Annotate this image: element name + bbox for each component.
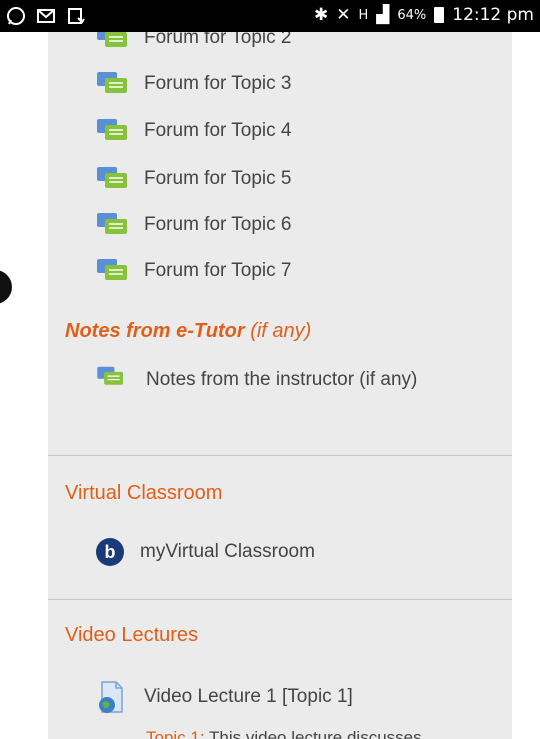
- forum-item[interactable]: Forum for Topic 5: [96, 165, 291, 193]
- download-notification-icon: [68, 8, 85, 24]
- forum-icon: [97, 259, 127, 280]
- notes-section-title: Notes from e-Tutor (if any): [65, 320, 311, 343]
- forum-icon: [97, 72, 127, 93]
- forum-label[interactable]: Forum for Topic 7: [144, 260, 291, 282]
- battery-percent: 64%: [397, 7, 427, 23]
- battery-icon: [434, 7, 445, 23]
- mute-icon: ✕: [336, 5, 351, 25]
- virtual-classroom-label[interactable]: myVirtual Classroom: [140, 541, 315, 563]
- forum-item[interactable]: Forum for Topic 3: [96, 70, 291, 98]
- file-globe-icon: [99, 681, 123, 713]
- divider: [48, 599, 512, 600]
- forum-label[interactable]: Forum for Topic 4: [144, 120, 291, 142]
- forum-label[interactable]: Forum for Topic 6: [144, 214, 291, 236]
- video-lecture-description: Topic 1: This video lecture discusses: [146, 728, 422, 739]
- forum-icon: [97, 119, 127, 140]
- bigbluebutton-icon: b: [96, 538, 124, 566]
- video-lecture-item[interactable]: Video Lecture 1 [Topic 1]: [96, 680, 353, 714]
- status-bar: ✱ ✕ H ▟ 64% 12:12 pm: [0, 0, 540, 32]
- signal-icon: ▟: [376, 5, 390, 25]
- video-lecture-label[interactable]: Video Lecture 1 [Topic 1]: [144, 686, 353, 708]
- virtual-classroom-title: Virtual Classroom: [65, 482, 223, 504]
- divider: [48, 455, 512, 456]
- bluetooth-icon: ✱: [313, 5, 329, 25]
- clock: 12:12 pm: [452, 5, 534, 25]
- network-type: H: [358, 7, 369, 23]
- left-gutter: [0, 0, 48, 739]
- description-rest: This video lecture discusses: [204, 728, 422, 739]
- forum-icon: [97, 366, 123, 385]
- forum-label[interactable]: Forum for Topic 3: [144, 73, 291, 95]
- course-page[interactable]: Forum for Topic 2 Forum for Topic 3 Foru…: [48, 0, 512, 739]
- gmail-icon: [37, 9, 55, 23]
- forum-icon: [97, 213, 127, 234]
- notes-title-light: (if any): [244, 320, 312, 342]
- notes-title-bold: Notes from e-Tutor: [65, 320, 245, 342]
- forum-item[interactable]: Forum for Topic 4: [96, 117, 291, 145]
- virtual-classroom-item[interactable]: b myVirtual Classroom: [96, 538, 315, 566]
- whatsapp-icon: [7, 7, 25, 25]
- notes-instructor-item[interactable]: Notes from the instructor (if any): [81, 363, 481, 397]
- forum-label[interactable]: Forum for Topic 5: [144, 168, 291, 190]
- video-lectures-title: Video Lectures: [65, 624, 199, 646]
- notes-instructor-label[interactable]: Notes from the instructor (if any): [146, 369, 417, 390]
- forum-item[interactable]: Forum for Topic 7: [96, 257, 291, 285]
- forum-icon: [97, 167, 127, 188]
- forum-item[interactable]: Forum for Topic 6: [96, 211, 291, 239]
- description-topic: Topic 1:: [146, 728, 205, 739]
